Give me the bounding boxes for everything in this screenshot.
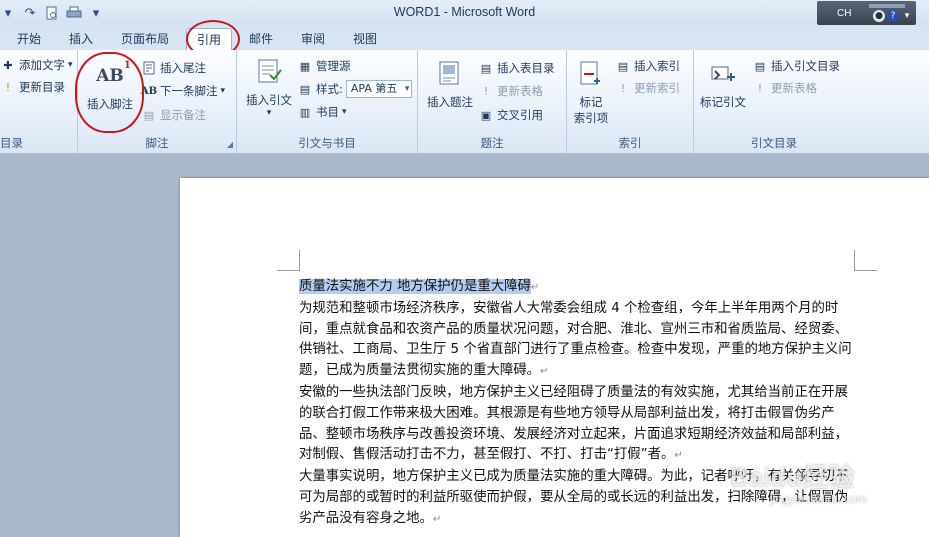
insert-endnote-button[interactable]: 插入尾注 xyxy=(141,58,206,78)
options-icon[interactable]: ● xyxy=(873,10,885,22)
citation-icon xyxy=(253,56,285,88)
document-title[interactable]: 质量法实施不力 地方保护仍是重大障碍↵ xyxy=(299,277,855,299)
footnote-icon: AB 1 xyxy=(96,60,131,86)
cross-reference-icon: ▣ xyxy=(480,108,492,122)
add-text-icon: ✚ xyxy=(3,58,13,72)
insert-index-button[interactable]: ▤ 插入索引 xyxy=(615,56,680,76)
index-group-label: 索引 xyxy=(618,136,642,150)
footnote-dialog-launcher-icon[interactable]: ◢ xyxy=(227,140,233,149)
insert-footnote-button[interactable]: AB 1 插入脚注 xyxy=(83,60,137,112)
mark-entry-icon xyxy=(575,58,607,90)
window-title: WORD1 - Microsoft Word xyxy=(393,5,536,19)
insert-table-of-figures-button[interactable]: ▤ 插入表目录 xyxy=(478,58,555,78)
insert-caption-button[interactable]: 插入题注 xyxy=(422,58,478,110)
bibliography-button[interactable]: ▥ 书目 ▾ xyxy=(297,102,347,122)
paragraph[interactable]: 为规范和整顿市场经济秩序，安徽省人大常委会组成 4 个检查组，今年上半年用两个月… xyxy=(299,299,855,383)
next-footnote-button[interactable]: AB 下一条脚注 ▾ xyxy=(141,81,225,101)
tab-insert[interactable]: 插入 xyxy=(69,30,93,48)
mark-entry-button[interactable]: 标记 索引项 xyxy=(569,58,613,126)
paragraph[interactable]: 安徽的一些执法部门反映，地方保护主义已经阻碍了质量法的有效实施，尤其给当前正在开… xyxy=(299,383,855,467)
tab-home[interactable]: 开始 xyxy=(17,30,41,48)
title-bar: ▾ ↷ ▾ WORD1 - Microsoft Word CH ● ? ▾ xyxy=(0,0,929,26)
index-group: 标记 索引项 ▤ 插入索引 ! 更新索引 索引 xyxy=(567,50,694,153)
minimize-lang-bar-icon[interactable]: ▾ xyxy=(901,10,913,22)
insert-index-icon: ▤ xyxy=(617,59,629,73)
insert-toa-icon: ▤ xyxy=(754,59,766,73)
footnote-group-label: 脚注 xyxy=(145,136,169,150)
caption-group-label: 题注 xyxy=(480,136,504,150)
citation-group: 插入引文 ▾ ▦ 管理源 ▤ 样式: APA 第五 ▥ 书目▾ 引文与书目 xyxy=(237,50,418,153)
update-table-button[interactable]: ! 更新表格 xyxy=(478,81,543,101)
insert-citation-button[interactable]: 插入引文 ▾ xyxy=(241,56,297,118)
language-bar[interactable]: CH ● ? ▾ xyxy=(817,1,916,25)
mark-citation-button[interactable]: 标记引文 xyxy=(696,58,750,110)
ribbon-tabs: 开始 插入 页面布局 引用 邮件 审阅 视图 xyxy=(0,26,929,51)
tab-review[interactable]: 审阅 xyxy=(301,30,325,48)
add-text-button[interactable]: ✚ 添加文字 ▾ xyxy=(0,55,72,75)
margin-corner-right xyxy=(854,250,877,271)
tab-references[interactable]: 引用 xyxy=(186,28,233,51)
citation-group-label: 引文与书目 xyxy=(298,136,356,150)
style-icon: ▤ xyxy=(299,82,311,96)
meter-bar xyxy=(869,4,905,8)
endnote-icon xyxy=(141,60,157,76)
update-toa-button[interactable]: ! 更新表格 xyxy=(752,78,817,98)
style-dropdown[interactable]: APA 第五 xyxy=(345,80,413,98)
update-index-button[interactable]: ! 更新索引 xyxy=(615,78,680,98)
tab-mailings[interactable]: 邮件 xyxy=(249,30,273,48)
manage-sources-button[interactable]: ▦ 管理源 xyxy=(297,56,351,76)
footnote-group: AB 1 插入脚注 插入尾注 AB 下一条脚注 ▾ ▤ 显示备注 脚注 ◢ xyxy=(78,50,237,153)
watermark: Baidu经验 jingyan.baidu.com xyxy=(730,462,867,506)
mark-citation-icon xyxy=(707,58,739,90)
update-table-icon: ! xyxy=(483,84,489,98)
manage-sources-icon: ▦ xyxy=(299,59,311,73)
ribbon: ✚ 添加文字 ▾ ! 更新目录 目录 AB 1 插入脚注 插入尾注 AB 下一条脚注… xyxy=(0,50,929,154)
help-icon[interactable]: ? xyxy=(887,10,899,22)
bibliography-icon: ▥ xyxy=(299,105,311,119)
toc-group: ✚ 添加文字 ▾ ! 更新目录 目录 xyxy=(0,50,78,153)
language-indicator[interactable]: CH xyxy=(837,8,851,19)
update-index-icon: ! xyxy=(620,81,626,95)
next-footnote-icon: AB xyxy=(140,85,158,97)
caption-icon xyxy=(434,58,466,90)
show-notes-button[interactable]: ▤ 显示备注 xyxy=(141,105,206,125)
caption-group: 插入题注 ▤ 插入表目录 ! 更新表格 ▣ 交叉引用 题注 xyxy=(418,50,567,153)
margin-corner-left xyxy=(277,250,300,271)
update-icon: ! xyxy=(5,80,11,94)
style-selector[interactable]: ▤ 样式: APA 第五 xyxy=(297,79,413,99)
toc-group-label: 目录 xyxy=(0,136,23,150)
tab-page-layout[interactable]: 页面布局 xyxy=(121,30,169,48)
toa-group-label: 引文目录 xyxy=(751,136,797,150)
show-notes-icon: ▤ xyxy=(143,108,155,122)
insert-toa-button[interactable]: ▤ 插入引文目录 xyxy=(752,56,840,76)
table-of-figures-icon: ▤ xyxy=(480,61,492,75)
update-toc-button[interactable]: ! 更新目录 xyxy=(0,77,65,97)
tab-view[interactable]: 视图 xyxy=(353,30,377,48)
toa-group: 标记引文 ▤ 插入引文目录 ! 更新表格 引文目录 xyxy=(694,50,854,153)
cross-reference-button[interactable]: ▣ 交叉引用 xyxy=(478,105,543,125)
update-toa-icon: ! xyxy=(757,81,763,95)
